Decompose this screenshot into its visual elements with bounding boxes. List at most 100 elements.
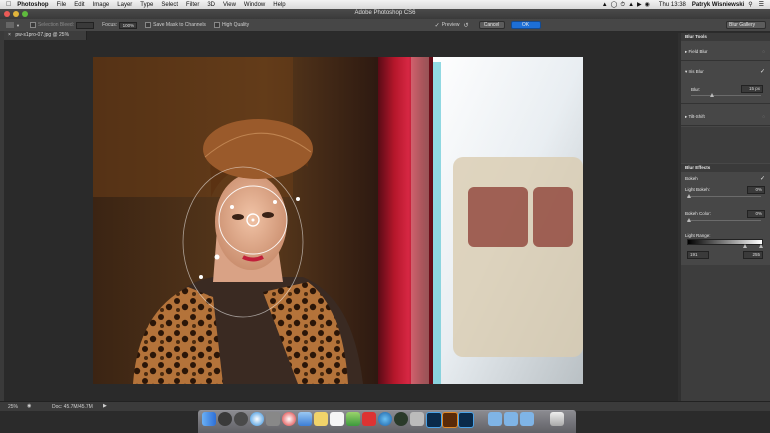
menu-bar:  Photoshop File Edit Image Layer Type S…	[0, 0, 770, 9]
iris-blur-expand-icon[interactable]: ▾	[685, 69, 687, 74]
blur-panels: Blur Tools ▸ Field Blur ○ ▾ Iris Blur ✓ …	[681, 33, 770, 401]
field-blur-row[interactable]: ▸ Field Blur ○	[685, 49, 765, 55]
preview-label: Preview	[441, 22, 460, 28]
bridge-icon[interactable]	[442, 412, 458, 428]
ok-button[interactable]: OK	[510, 21, 541, 29]
blur-slider-track[interactable]	[691, 95, 761, 96]
panel-scrollbar[interactable]	[678, 33, 681, 401]
launchpad-icon[interactable]	[218, 412, 232, 426]
menu-view[interactable]: View	[223, 2, 236, 8]
panel-empty-space	[681, 127, 770, 163]
reset-icon[interactable]: ↺	[463, 22, 468, 29]
tool-preset-icon[interactable]	[6, 22, 14, 28]
save-mask-checkbox[interactable]	[145, 22, 152, 28]
doc-info: Doc: 45.7M/45.7M	[52, 404, 93, 410]
menu-filter[interactable]: Filter	[186, 2, 199, 8]
apple-menu-icon[interactable]: 	[6, 1, 11, 8]
blur-tools-tab[interactable]: Blur Tools	[681, 33, 770, 41]
light-range-low-field[interactable]: 191	[687, 251, 709, 259]
calendar-icon[interactable]	[330, 412, 344, 426]
bokeh-checkmark-icon[interactable]: ✓	[760, 175, 765, 182]
close-tab-icon[interactable]: ×	[8, 32, 11, 38]
bokeh-color-slider-thumb[interactable]	[687, 218, 691, 222]
tool-preset-dropdown-icon[interactable]: ▼	[16, 23, 20, 28]
notification-icon[interactable]: ☰	[759, 1, 764, 8]
search-icon[interactable]: ⚲	[748, 1, 752, 8]
high-quality-checkbox[interactable]	[213, 22, 220, 28]
high-quality-label: High Quality	[221, 22, 250, 28]
mission-control-icon[interactable]	[234, 412, 248, 426]
blur-slider-thumb[interactable]	[710, 93, 714, 97]
cancel-button[interactable]: Cancel	[478, 21, 505, 29]
app-store-icon[interactable]	[362, 412, 376, 426]
preview-icon[interactable]	[378, 412, 392, 426]
menu-3d[interactable]: 3D	[207, 2, 215, 8]
menu-edit[interactable]: Edit	[74, 2, 84, 8]
panel-empty-space-lower	[681, 265, 770, 401]
finder-icon[interactable]	[202, 412, 216, 426]
downloads-icon[interactable]	[520, 412, 534, 426]
status-menu-icon[interactable]: ◉	[27, 403, 31, 409]
field-blur-label: Field Blur	[688, 49, 708, 54]
light-range-label: Light Range:	[685, 233, 711, 238]
document-image[interactable]	[93, 57, 583, 384]
save-mask-label: Save Mask to Channels	[153, 22, 206, 28]
zoom-level[interactable]: 25%	[8, 404, 18, 410]
trash-icon[interactable]	[550, 412, 564, 426]
light-range-high-field[interactable]: 255	[743, 251, 763, 259]
tilt-shift-toggle[interactable]: ○	[762, 114, 765, 119]
menu-select[interactable]: Select	[161, 2, 178, 8]
bokeh-color-slider-track[interactable]	[687, 220, 761, 221]
photoshop2-icon[interactable]	[458, 412, 474, 428]
tilt-shift-row[interactable]: ▸ Tilt-Shift ○	[685, 114, 765, 120]
window-title: Adobe Photoshop CS6	[354, 10, 416, 16]
bokeh-color-field[interactable]: 0%	[747, 210, 765, 218]
folder-icon[interactable]	[488, 412, 502, 426]
workspace-switcher[interactable]: Blur Gallery	[726, 21, 766, 29]
document-tab[interactable]: × pw-s1pro-07.jpg @ 25% (RGB/8)	[4, 31, 87, 47]
options-bar: ▼ Selection Bleed: Focus: 100% Save Mask…	[0, 19, 770, 32]
focus-field[interactable]: 100%	[119, 21, 138, 29]
clock[interactable]: Thu 13:38	[659, 2, 686, 8]
focus-label: Focus:	[102, 22, 118, 28]
mail-icon[interactable]	[298, 412, 312, 426]
menu-type[interactable]: Type	[140, 2, 153, 8]
tilt-shift-expand-icon[interactable]: ▸	[685, 114, 687, 119]
bokeh-color-label: Bokeh Color:	[685, 211, 712, 216]
bokeh-row: Bokeh ✓	[685, 175, 765, 182]
system-preferences-icon[interactable]	[266, 412, 280, 426]
field-blur-toggle[interactable]: ○	[762, 49, 765, 54]
status-arrow-icon[interactable]: ▶	[103, 403, 107, 409]
safari-icon[interactable]	[250, 412, 264, 426]
photoshop-icon[interactable]	[426, 412, 442, 428]
iris-blur-row[interactable]: ▾ Iris Blur ✓	[685, 69, 765, 75]
selection-bleed-checkbox[interactable]	[29, 22, 36, 28]
menu-layer[interactable]: Layer	[117, 2, 132, 8]
menu-photoshop[interactable]: Photoshop	[17, 2, 48, 8]
notes-icon[interactable]	[314, 412, 328, 426]
menu-window[interactable]: Window	[244, 2, 265, 8]
blur-amount-field[interactable]: 15 px	[741, 85, 763, 93]
menu-image[interactable]: Image	[93, 2, 110, 8]
menu-file[interactable]: File	[57, 2, 67, 8]
selection-bleed-field[interactable]	[76, 21, 95, 29]
light-range-gradient[interactable]	[687, 239, 763, 245]
photos-icon[interactable]	[346, 412, 360, 426]
status-icons[interactable]: ▲◯⏱▲▶◉	[602, 1, 653, 9]
menu-help[interactable]: Help	[273, 2, 285, 8]
field-blur-expand-icon[interactable]: ▸	[685, 49, 687, 54]
light-bokeh-slider-track[interactable]	[687, 196, 761, 197]
tilt-shift-label: Tilt-Shift	[688, 114, 705, 119]
user-name[interactable]: Patryk Wisniewski	[692, 2, 744, 8]
blur-effects-tab[interactable]: Blur Effects	[681, 164, 770, 172]
itunes-icon[interactable]	[282, 412, 296, 426]
iris-blur-checkmark-icon[interactable]: ✓	[760, 68, 765, 75]
light-bokeh-slider-thumb[interactable]	[687, 194, 691, 198]
image-capture-icon[interactable]	[410, 412, 424, 426]
light-range-low-thumb[interactable]	[743, 244, 747, 248]
preview-checkbox[interactable]: ✓	[435, 22, 440, 29]
utility-icon[interactable]	[394, 412, 408, 426]
light-bokeh-field[interactable]: 0%	[747, 186, 765, 194]
folder2-icon[interactable]	[504, 412, 518, 426]
light-range-high-thumb[interactable]	[759, 244, 763, 248]
